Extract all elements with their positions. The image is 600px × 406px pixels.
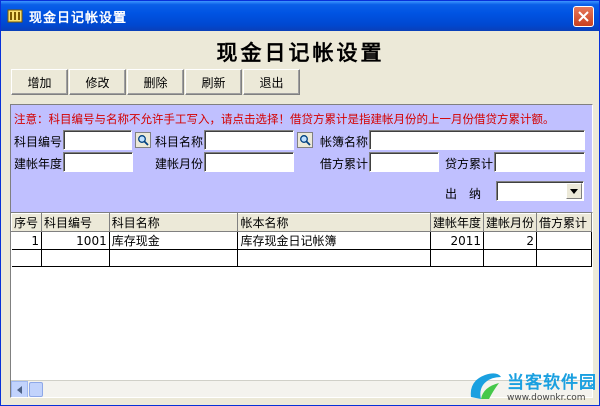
search-icon <box>138 135 149 146</box>
col-header-subject-name[interactable]: 科目名称 <box>108 213 239 232</box>
toolbar: 增加 修改 删除 刷新 退出 <box>11 69 301 95</box>
chevron-left-icon <box>17 385 22 394</box>
app-window: 现金日记帐设置 现金日记帐设置 增加 修改 删除 刷新 退出 注意：科目编号与名… <box>0 0 600 406</box>
col-header-subject-code[interactable]: 科目编号 <box>40 213 110 232</box>
col-header-build-month[interactable]: 建帐月份 <box>482 213 538 232</box>
watermark: 当客软件园 www.downkr.com <box>467 368 597 403</box>
cashier-label: 出 纳 <box>445 187 482 201</box>
watermark-url: www.downkr.com <box>507 393 586 403</box>
cashier-dropdown-button[interactable] <box>566 183 582 199</box>
exit-button[interactable]: 退出 <box>243 69 300 95</box>
close-button[interactable] <box>573 6 594 27</box>
build-year-input[interactable] <box>63 152 133 172</box>
cell-empty[interactable] <box>11 249 42 267</box>
subject-name-search-button[interactable] <box>297 132 313 148</box>
add-button[interactable]: 增加 <box>11 69 68 95</box>
search-icon <box>300 135 311 146</box>
cashier-select[interactable] <box>496 181 584 201</box>
cell-ledger-name[interactable]: 库存现金日记帐簿 <box>237 231 431 250</box>
col-header-build-year[interactable]: 建帐年度 <box>429 213 484 232</box>
col-header-index[interactable]: 序号 <box>11 213 42 232</box>
table-row[interactable]: 1 1001 库存现金 库存现金日记帐簿 2011 2 <box>11 231 592 250</box>
subject-code-search-button[interactable] <box>135 132 151 148</box>
col-header-ledger-name[interactable]: 帐本名称 <box>237 213 431 232</box>
app-icon <box>7 8 23 24</box>
cell-empty[interactable] <box>41 249 110 267</box>
cell-empty[interactable] <box>536 249 592 267</box>
table-row-empty[interactable] <box>11 249 592 267</box>
cell-empty[interactable] <box>483 249 538 267</box>
refresh-button[interactable]: 刷新 <box>185 69 242 95</box>
window-title: 现金日记帐设置 <box>29 10 128 26</box>
watermark-text: 当客软件园 <box>507 373 597 393</box>
edit-button[interactable]: 修改 <box>69 69 126 95</box>
scroll-thumb[interactable] <box>29 382 43 397</box>
close-icon <box>578 11 589 22</box>
title-bar: 现金日记帐设置 <box>1 1 599 31</box>
ledger-name-input[interactable] <box>369 130 585 150</box>
chevron-down-icon <box>570 188 578 194</box>
subject-code-input[interactable] <box>63 130 132 150</box>
notice-text: 注意：科目编号与名称不允许手工写入，请点击选择！借贷方累计是指建帐月份的上一月份… <box>14 112 555 126</box>
cell-subject-code[interactable]: 1001 <box>41 231 110 250</box>
build-year-label: 建帐年度 <box>14 157 63 171</box>
col-header-debit-total[interactable]: 借方累计 <box>536 213 592 232</box>
build-month-label: 建帐月份 <box>155 157 204 171</box>
subject-name-label: 科目名称 <box>155 135 204 149</box>
build-month-input[interactable] <box>204 152 294 172</box>
cell-subject-name[interactable]: 库存现金 <box>109 231 239 250</box>
credit-total-label: 贷方累计 <box>445 157 494 171</box>
debit-total-input[interactable] <box>369 152 439 172</box>
watermark-logo-icon <box>470 372 501 399</box>
ledger-table: 序号 科目编号 科目名称 帐本名称 建帐年度 建帐月份 借方累计 1 1001 … <box>11 213 592 267</box>
cell-build-month[interactable]: 2 <box>483 231 538 250</box>
scroll-left-button[interactable] <box>11 381 28 397</box>
cell-debit-total[interactable] <box>536 231 592 250</box>
cell-build-year[interactable]: 2011 <box>430 231 484 250</box>
delete-button[interactable]: 删除 <box>127 69 184 95</box>
cell-index[interactable]: 1 <box>11 231 42 250</box>
debit-total-label: 借方累计 <box>320 157 369 171</box>
subject-code-label: 科目编号 <box>14 135 63 149</box>
page-title: 现金日记帐设置 <box>216 40 385 65</box>
ledger-name-label: 帐簿名称 <box>320 135 369 149</box>
content-area: 现金日记帐设置 增加 修改 删除 刷新 退出 注意：科目编号与名称不允许手工写入… <box>4 31 597 404</box>
cell-empty[interactable] <box>237 249 431 267</box>
cell-empty[interactable] <box>109 249 239 267</box>
subject-name-input[interactable] <box>204 130 294 150</box>
cell-empty[interactable] <box>430 249 484 267</box>
credit-total-input[interactable] <box>494 152 585 172</box>
